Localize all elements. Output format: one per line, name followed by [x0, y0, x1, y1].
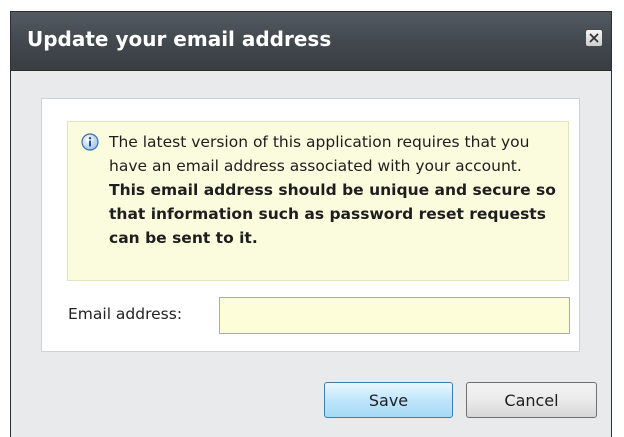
cancel-button[interactable]: Cancel: [466, 382, 597, 418]
info-text-bold: This email address should be unique and …: [109, 181, 556, 247]
info-message-text: The latest version of this application r…: [109, 130, 559, 250]
email-input[interactable]: [219, 297, 570, 334]
dialog-content: The latest version of this application r…: [41, 98, 580, 352]
info-message-box: The latest version of this application r…: [67, 121, 569, 281]
dialog-titlebar[interactable]: Update your email address: [11, 12, 611, 71]
dialog-title: Update your email address: [27, 27, 332, 51]
update-email-dialog: Update your email address The latest ver…: [10, 11, 612, 437]
email-label: Email address:: [68, 305, 183, 323]
info-icon: [81, 133, 99, 151]
info-text-normal: The latest version of this application r…: [109, 133, 530, 175]
save-button[interactable]: Save: [324, 382, 453, 418]
close-button[interactable]: [585, 29, 603, 47]
close-icon: [589, 33, 599, 43]
